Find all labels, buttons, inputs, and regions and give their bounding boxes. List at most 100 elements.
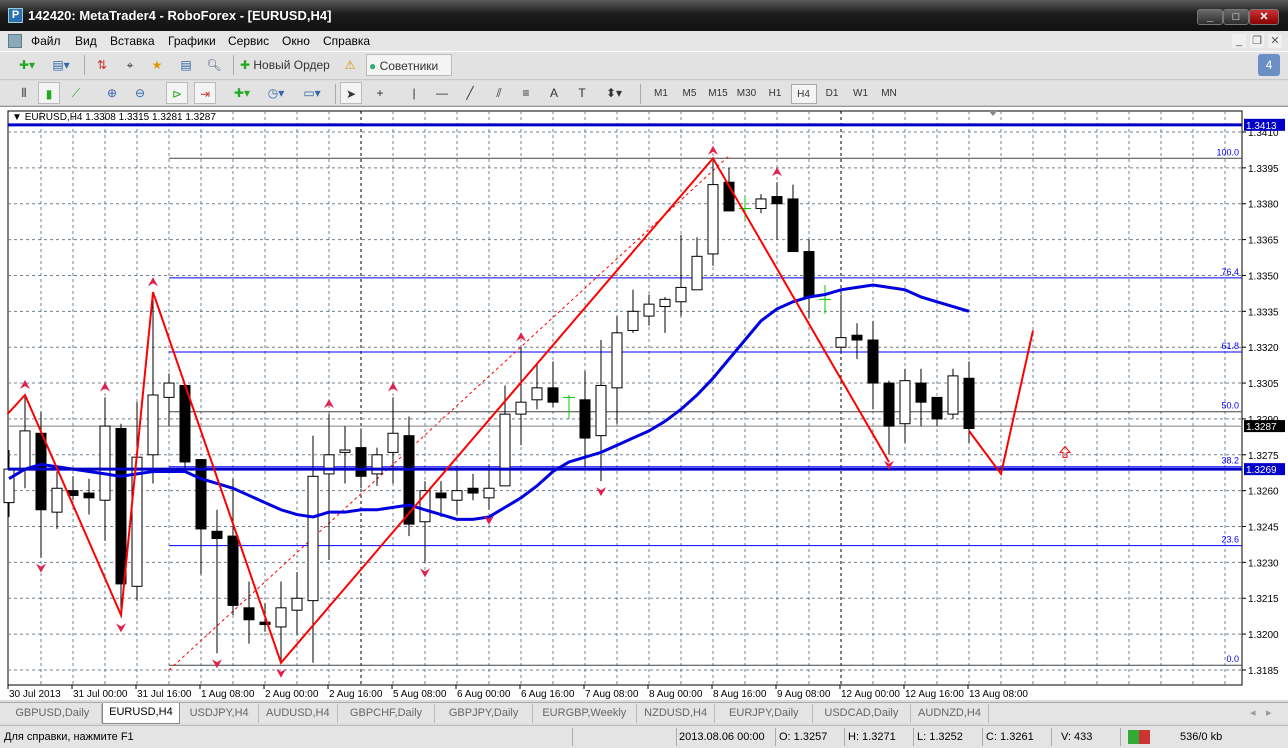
templates-icon[interactable]: ▭▾ [298,82,326,104]
price-axis-label: 1.3245 [1248,523,1279,534]
menu-view[interactable]: Вид [75,34,97,48]
tabs-scroll-right-icon[interactable]: ▸ [1266,706,1272,719]
chart-shift-icon[interactable]: ⇥ [194,82,216,104]
toolbar-divider [640,84,641,104]
status-divider [913,728,914,746]
equidistant-channel-icon[interactable]: ⫽ [488,82,510,104]
candle-body [611,332,623,389]
crosshair-icon[interactable]: + [370,82,390,104]
chart-tab[interactable]: GBPCHF,Daily [338,704,436,723]
line-chart-icon[interactable]: ⟋ [66,82,86,104]
timeframe-w1[interactable]: W1 [848,84,874,104]
price-chart[interactable]: 1.34101.33951.33801.33651.33501.33351.33… [0,107,1288,701]
autoscroll-icon[interactable]: ⊳ [166,82,188,104]
chart-tab[interactable]: NZDUSD,H4 [637,704,716,723]
trendline-icon[interactable]: ╱ [460,82,480,104]
time-axis-label: 30 Jul 2013 [9,689,61,700]
timeframe-m30[interactable]: M30 [734,84,760,104]
menu-help[interactable]: Справка [323,34,370,48]
vertical-line-icon[interactable]: | [404,82,424,104]
experts-icon: ● [369,59,380,73]
status-divider [676,728,677,746]
candle-body [435,492,447,499]
indicators-icon[interactable]: ✚▾ [228,82,256,104]
new-order-button[interactable]: ✚ Новый Ордер [240,54,336,76]
mdi-minimize-button[interactable]: _ [1232,34,1246,48]
periods-icon[interactable]: ◷▾ [262,82,290,104]
bid-price-label: 1.3287 [1246,422,1277,433]
chart-menu-icon[interactable]: ▼ [12,112,25,123]
warning-icon[interactable]: ⚠ [340,54,360,76]
chart-tab[interactable]: USDJPY,H4 [180,704,259,723]
data-window-icon[interactable]: ⌖ [120,54,140,76]
mdi-close-button[interactable]: ✕ [1268,34,1282,48]
price-axis-label: 1.3230 [1248,558,1279,569]
mdi-restore-button[interactable]: ❐ [1250,34,1264,48]
minimize-button[interactable]: _ [1197,9,1223,25]
candle-body [227,535,239,606]
maximize-button[interactable]: □ [1223,9,1249,25]
charts-toolbar: ⫴ ▮ ⟋ ⊕ ⊖ ⊳ ⇥ ✚▾ ◷▾ ▭▾ ➤ + | — ╱ ⫽ ≡ A T… [0,81,1288,106]
candle-body [307,475,319,602]
chart-tab[interactable]: GBPJPY,Daily [435,704,533,723]
chart-tab[interactable]: AUDUSD,H4 [259,704,338,723]
chart-tab[interactable]: EURJPY,Daily [716,704,814,723]
timeframe-h4[interactable]: H4 [790,84,817,104]
chart-tab[interactable]: AUDNZD,H4 [911,704,990,723]
candle-body [531,387,543,401]
menu-tools[interactable]: Сервис [228,34,269,48]
menu-insert[interactable]: Вставка [110,34,155,48]
timeframe-mn[interactable]: MN [876,84,902,104]
cursor-icon[interactable]: ➤ [340,82,362,104]
new-chart-icon[interactable]: ✚▾ [12,54,42,76]
price-axis-label: 1.3380 [1248,200,1279,211]
status-open: O: 1.3257 [779,731,828,743]
candle-body [755,198,767,210]
price-axis-label: 1.3320 [1248,343,1279,354]
experts-button[interactable]: ● Советники [366,54,452,76]
fibo-level-label: 100.0 [1216,147,1239,157]
text-icon[interactable]: A [544,82,564,104]
zoom-in-icon[interactable]: ⊕ [102,82,122,104]
status-divider [982,728,983,746]
chart-tab[interactable]: USDCAD,Daily [813,704,911,723]
horizontal-line-icon[interactable]: — [432,82,452,104]
profiles-icon[interactable]: ▤▾ [48,54,74,76]
chart-tab[interactable]: EURGBP,Weekly [533,704,637,723]
menu-window[interactable]: Окно [282,34,310,48]
candle-body [291,597,303,611]
timeframe-m15[interactable]: M15 [705,84,731,104]
navigator-icon[interactable]: ★ [146,54,168,76]
timeframe-d1[interactable]: D1 [819,84,845,104]
text-label-icon[interactable]: T [572,82,592,104]
timeframe-m1[interactable]: M1 [648,84,674,104]
menu-charts[interactable]: Графики [168,34,216,48]
price-axis-label: 1.3215 [1248,594,1279,605]
strategy-tester-icon[interactable]: 🔍︎ [204,54,224,76]
fibonacci-icon[interactable]: ≡ [516,82,536,104]
fibo-level-label: 76.4 [1221,267,1239,277]
terminal-icon[interactable]: ▤ [176,54,196,76]
chart-window[interactable]: 1.3410 1.3395 1.3380 1.3365 1.3350 1.3335 1.33… [0,106,1288,700]
chart-tab[interactable]: EURUSD,H4 [101,703,181,724]
arrows-icon[interactable]: ⬍▾ [600,82,628,104]
notifications-button[interactable]: 4 [1258,54,1280,76]
candle-body [899,380,911,425]
timeframe-m5[interactable]: M5 [677,84,703,104]
candle-body [787,198,799,253]
candlestick-icon[interactable]: ▮ [38,82,60,104]
candle-body [35,432,47,511]
market-watch-icon[interactable]: ⇅ [92,54,112,76]
bar-chart-icon[interactable]: ⫴ [14,82,34,104]
status-divider [775,728,776,746]
timeframe-h1[interactable]: H1 [762,84,788,104]
candle-body [275,607,287,628]
time-axis-label: 7 Aug 08:00 [585,689,639,700]
menu-file[interactable]: Файл [31,34,61,48]
close-button[interactable]: ✕ [1249,9,1279,25]
connection-status-icon [1128,730,1150,744]
price-axis-label: 1.3335 [1248,307,1279,318]
tabs-scroll-left-icon[interactable]: ◂ [1250,706,1256,719]
chart-tab[interactable]: GBPUSD,Daily [4,704,102,723]
zoom-out-icon[interactable]: ⊖ [130,82,150,104]
